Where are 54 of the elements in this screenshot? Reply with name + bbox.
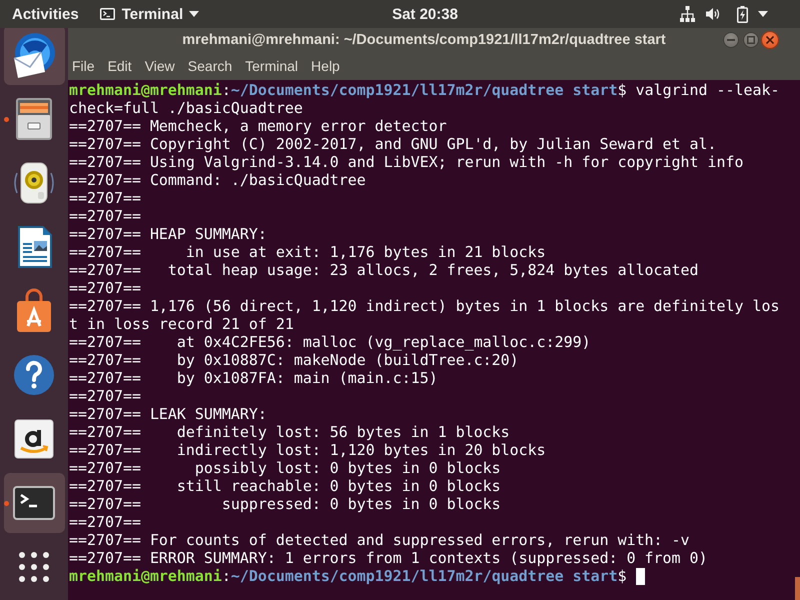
output-line: ==2707== Copyright (C) 2002-2017, and GNU GPL'd, by Julian Seward et al. [69,135,717,153]
volume-icon[interactable] [706,7,720,21]
output-line: ==2707== For counts of detected and suppressed errors, rerun with: -v [69,531,690,549]
menu-item[interactable]: File [68,55,99,77]
output-line: ==2707== Memcheck, a memory error detector [69,117,447,135]
output-line: ==2707== possibly lost: 0 bytes in 0 blocks [69,459,501,477]
caret-icon [189,11,200,17]
output-line: ==2707== in use at exit: 1,176 bytes in 21 blocks [69,243,546,261]
output-line: ==2707== HEAP SUMMARY: [69,225,267,243]
output-line: ==2707== still reachable: 0 bytes in 0 blocks [69,477,501,495]
menu-item[interactable]: Terminal [241,55,302,77]
output-line: ==2707== [69,279,141,297]
output-line: ==2707== [69,207,141,225]
output-line: t in loss record 21 of 21 [69,315,294,333]
output-line: ==2707== 1,176 (56 direct, 1,120 indirect) bytes in 1 blocks are definitely los [69,297,780,315]
network-icon[interactable] [680,6,695,22]
output-line: ==2707== by 0x1087FA: main (main.c:15) [69,369,438,387]
prompt-line: mrehmani@mrehmani:~/Documents/comp1921/ll17m2r/quadtree start$ [69,567,627,585]
output-line: ==2707== ERROR SUMMARY: 1 errors from 1 contexts (suppressed: 0 from 0) [69,549,708,567]
prompt-line: mrehmani@mrehmani:~/Documents/comp1921/ll17m2r/quadtree start$ valgrind --leak- [69,81,780,99]
output-line: ==2707== suppressed: 0 bytes in 0 blocks [69,495,501,513]
app-grid-icon [19,552,49,582]
close-button[interactable] [761,31,779,49]
output-line: ==2707== total heap usage: 23 allocs, 2 frees, 5,824 bytes allocated [69,261,699,279]
output-line: ==2707== [69,387,141,405]
output-line: ==2707== by 0x10887C: makeNode (buildTree.c:20) [69,351,519,369]
output-line: ==2707== LEAK SUMMARY: [69,405,267,423]
dock-item[interactable] [4,473,64,533]
clock[interactable]: Sat 20:38 [384,2,466,26]
output-line: ==2707== [69,189,141,207]
output-line: ==2707== Using Valgrind-3.14.0 and LibVEX; rerun with -h for copyright info [69,153,744,171]
battery-charging-icon[interactable] [737,6,748,22]
maximize-button[interactable] [743,32,759,48]
menu-item[interactable]: Search [184,55,236,77]
output-line: ==2707== at 0x4C2FE56: malloc (vg_replace_malloc.c:299) [69,333,591,351]
minimize-button[interactable] [723,32,739,48]
output-line: ==2707== indirectly lost: 1,120 bytes in 20 blocks [69,441,546,459]
output-line: ==2707== definitely lost: 56 bytes in 1 blocks [69,423,510,441]
activities-button[interactable]: Activities [4,2,87,26]
dock-item[interactable] [4,28,64,85]
app-menu-button[interactable]: Terminal [92,2,208,26]
caret-icon[interactable] [758,11,768,17]
output-line: ==2707== Command: ./basicQuadtree [69,171,366,189]
output-line: ==2707== [69,513,141,531]
close-icon [766,36,774,44]
menu-item[interactable]: View [140,55,179,77]
terminal-icon [100,8,115,20]
maximize-icon [747,36,755,44]
minimize-icon [727,39,735,41]
scrollbar-thumb[interactable] [795,577,800,600]
output-line: check=full ./basicQuadtree [69,99,303,117]
menu-item[interactable]: Edit [104,55,136,77]
menu-item[interactable]: Help [307,55,344,77]
window-title: mrehmani@mrehmani: ~/Documents/comp1921/ll17m2r/quadtree start [182,32,666,48]
